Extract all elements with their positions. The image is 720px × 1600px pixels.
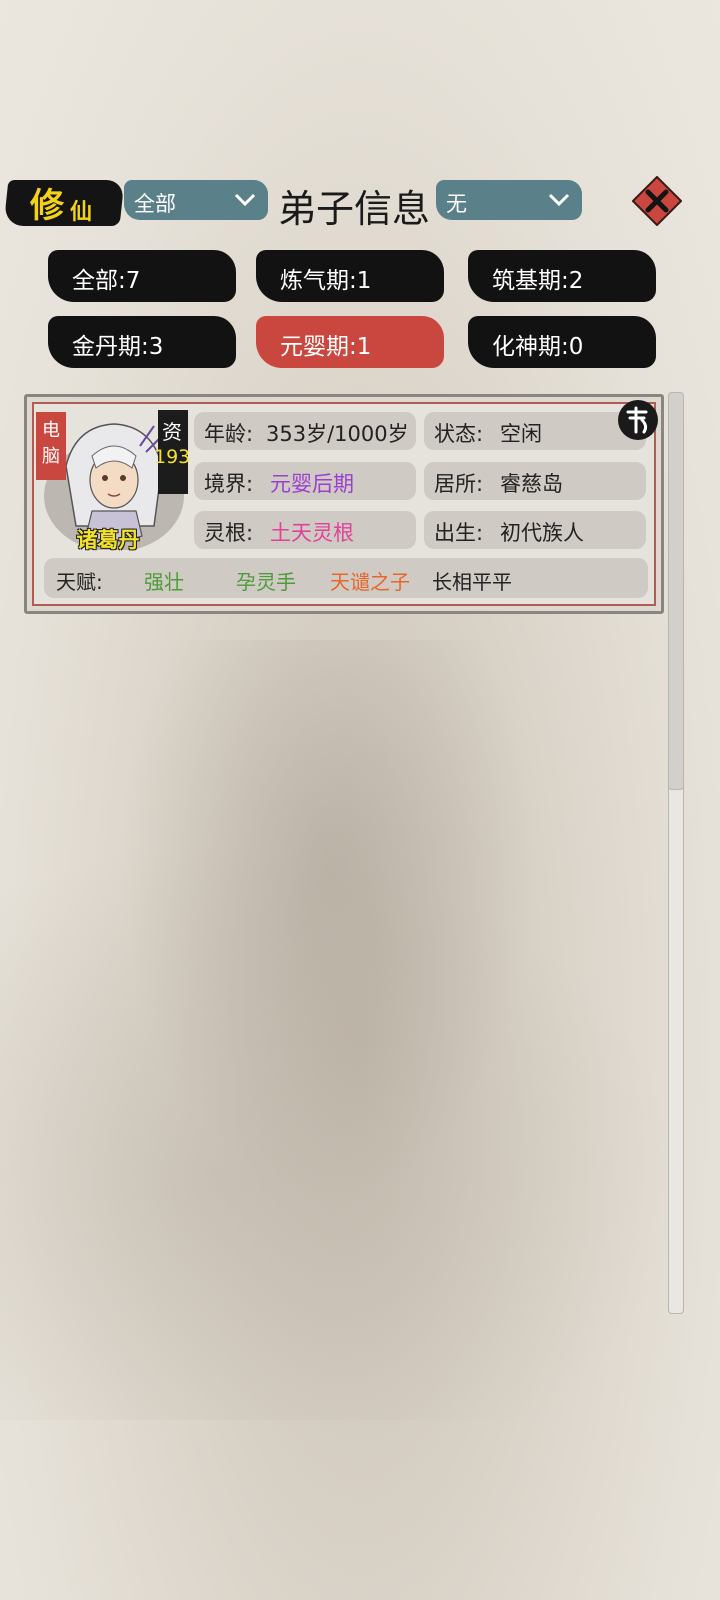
tab-spirit-transformation[interactable]: 化神期:0	[468, 316, 656, 368]
root-label: 灵根:	[204, 521, 254, 545]
root-value: 土天灵根	[270, 521, 354, 545]
birth-field: 出生: 初代族人	[424, 511, 646, 549]
tab-label: 元婴期:1	[280, 334, 372, 360]
tab-foundation[interactable]: 筑基期:2	[468, 250, 656, 302]
birth-label: 出生:	[434, 521, 484, 545]
tab-qi-refining[interactable]: 炼气期:1	[256, 250, 444, 302]
filter-dropdown-left[interactable]: 全部	[124, 180, 268, 220]
mount-badge-icon[interactable]	[616, 398, 660, 442]
residence-field: 居所: 睿慈岛	[424, 462, 646, 500]
logo-char-xian: 仙	[70, 200, 93, 225]
talent-item: 长相平平	[432, 570, 512, 594]
tab-label: 炼气期:1	[280, 268, 372, 294]
tab-all[interactable]: 全部:7	[48, 250, 236, 302]
disciple-name: 诸葛丹	[76, 528, 140, 552]
residence-label: 居所:	[434, 472, 484, 496]
tab-golden-core[interactable]: 金丹期:3	[48, 316, 236, 368]
talents-row: 天赋: 强壮 孕灵手 天谴之子 长相平平	[44, 558, 648, 598]
chevron-down-icon	[548, 193, 570, 207]
talent-item: 强壮	[144, 570, 184, 594]
age-field: 年龄: 353岁/1000岁	[194, 412, 416, 450]
chevron-down-icon	[234, 193, 256, 207]
control-tag: 电脑	[36, 412, 66, 480]
realm-label: 境界:	[204, 472, 254, 496]
status-label: 状态:	[434, 422, 484, 446]
filter-dropdown-right[interactable]: 无	[436, 180, 582, 220]
tab-label: 筑基期:2	[492, 268, 584, 294]
aptitude-label: 资	[162, 420, 182, 444]
close-icon	[632, 176, 682, 226]
realm-field: 境界: 元婴后期	[194, 462, 416, 500]
game-logo	[3, 180, 125, 226]
age-label: 年龄:	[204, 422, 254, 446]
tab-label: 化神期:0	[492, 334, 584, 360]
birth-value: 初代族人	[500, 521, 584, 545]
realm-value: 元婴后期	[270, 472, 354, 496]
filter-right-value: 无	[446, 192, 467, 216]
tab-label: 全部:7	[72, 268, 141, 294]
status-value: 空闲	[500, 422, 542, 446]
talent-item: 天谴之子	[330, 570, 410, 594]
tab-nascent-soul[interactable]: 元婴期:1	[256, 316, 444, 368]
page-title: 弟子信息	[278, 187, 431, 231]
close-button[interactable]	[632, 176, 682, 226]
scrollbar-thumb[interactable]	[668, 392, 684, 790]
tab-label: 金丹期:3	[72, 334, 164, 360]
residence-value: 睿慈岛	[500, 472, 563, 496]
spirit-root-field: 灵根: 土天灵根	[194, 511, 416, 549]
talent-item: 孕灵手	[236, 570, 296, 594]
background-fog	[0, 820, 720, 1420]
logo-char-xiu: 修	[30, 186, 64, 226]
filter-left-value: 全部	[134, 192, 176, 216]
status-field: 状态: 空闲	[424, 412, 646, 450]
aptitude-value: 193	[154, 446, 191, 468]
age-value: 353岁/1000岁	[266, 422, 409, 446]
talent-label: 天赋:	[56, 570, 103, 594]
